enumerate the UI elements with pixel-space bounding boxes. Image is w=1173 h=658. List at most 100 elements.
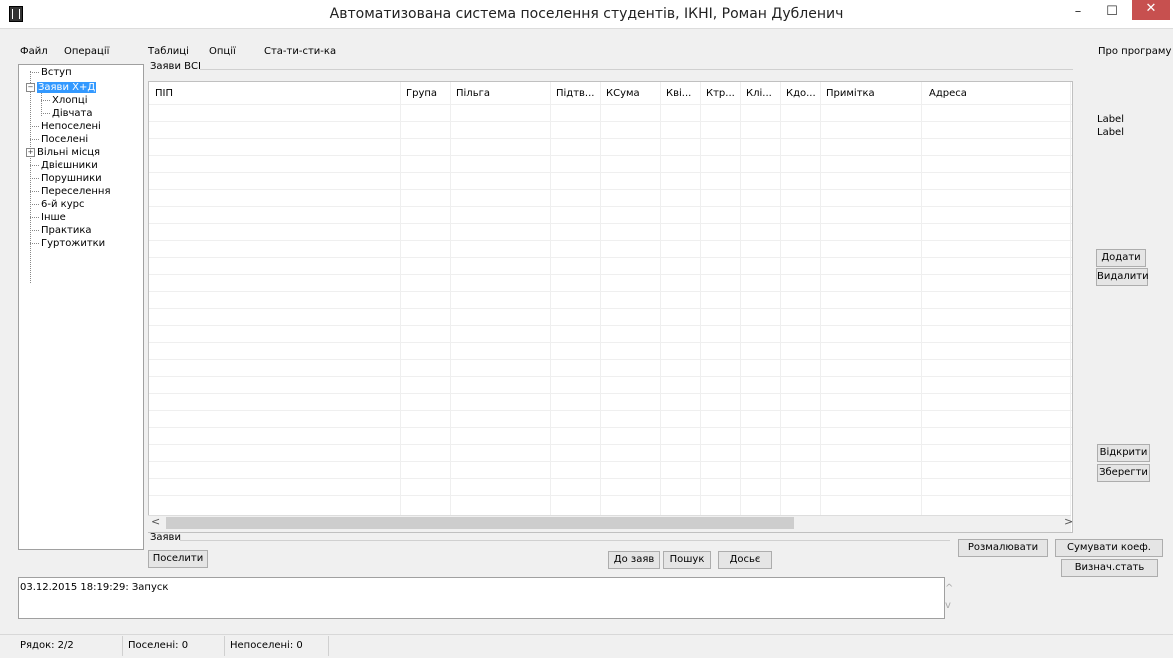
grid-line xyxy=(921,82,922,518)
tree-item-free-places[interactable]: + Вільні місця xyxy=(26,146,100,159)
column-header-kdo[interactable]: Кдо... xyxy=(786,88,816,99)
menu-about[interactable]: Про програму xyxy=(1098,46,1171,57)
navigation-tree[interactable]: Вступ − Заяви Х+Д Хлопці Дівчата Непоселе… xyxy=(18,64,144,550)
grid-line xyxy=(149,155,1072,156)
grid-line xyxy=(149,308,1072,309)
grid-line xyxy=(149,121,1072,122)
group-divider xyxy=(180,540,950,541)
bottom-group-title: Заяви xyxy=(150,532,181,543)
column-header-note[interactable]: Примітка xyxy=(826,88,875,99)
grid-line xyxy=(550,82,551,518)
open-button[interactable]: Відкрити xyxy=(1097,444,1150,462)
tree-item-practice[interactable]: Практика xyxy=(30,224,92,237)
tree-item-settled[interactable]: Поселені xyxy=(30,133,88,146)
status-unsettled: Непоселені: 0 xyxy=(230,640,303,651)
grid-line xyxy=(149,342,1072,343)
status-separator xyxy=(122,636,123,656)
settle-button[interactable]: Поселити xyxy=(148,550,208,568)
tree-item-applications-all[interactable]: − Заяви Х+Д xyxy=(26,81,97,94)
menu-file[interactable]: Файл xyxy=(20,46,48,57)
tree-item-dormitories[interactable]: Гуртожитки xyxy=(30,237,105,250)
grid-line xyxy=(149,376,1072,377)
save-button[interactable]: Зберегти xyxy=(1097,464,1150,482)
window-title: Автоматизована система поселення студент… xyxy=(329,6,844,22)
grid-line xyxy=(149,240,1072,241)
grid-line xyxy=(600,82,601,518)
grid-line xyxy=(149,104,1072,105)
scroll-down-icon[interactable]: v xyxy=(945,600,951,611)
menu-tables[interactable]: Таблиці xyxy=(148,46,189,57)
grid-line xyxy=(149,427,1072,428)
column-header-group[interactable]: Група xyxy=(406,88,437,99)
log-entry: 03.12.2015 18:19:29: Запуск xyxy=(20,582,169,593)
menu-operations[interactable]: Операції xyxy=(64,46,109,57)
column-header-confirm[interactable]: Підтв... xyxy=(556,88,594,99)
tree-item-violators[interactable]: Порушники xyxy=(30,172,102,185)
tree-item-other[interactable]: Інше xyxy=(30,211,66,224)
add-button[interactable]: Додати xyxy=(1096,249,1146,267)
scrollbar-thumb[interactable] xyxy=(166,517,794,529)
grid-group-title: Заяви ВСІ xyxy=(150,61,201,72)
grid-line xyxy=(149,410,1072,411)
status-settled: Поселені: 0 xyxy=(128,640,189,651)
menu-options[interactable]: Опції xyxy=(209,46,236,57)
column-header-kli[interactable]: Клі... xyxy=(746,88,772,99)
column-header-address[interactable]: Адреса xyxy=(929,88,967,99)
grid-line xyxy=(820,82,821,518)
maximize-icon[interactable]: ☐ xyxy=(1095,0,1129,26)
status-row: Рядок: 2/2 xyxy=(20,640,74,651)
grid-line xyxy=(149,274,1072,275)
grid-line xyxy=(1070,82,1071,518)
paint-button[interactable]: Розмалювати xyxy=(958,539,1048,557)
grid-line xyxy=(149,495,1072,496)
menu-statistics[interactable]: Ста-ти-сти-ка xyxy=(264,46,336,57)
group-divider xyxy=(200,69,1073,70)
grid-line xyxy=(149,478,1072,479)
determine-gender-button[interactable]: Визнач.стать xyxy=(1061,559,1158,577)
tree-item-sixth-year[interactable]: 6-й курс xyxy=(30,198,84,211)
scroll-left-icon[interactable]: < xyxy=(151,515,160,528)
dossier-button[interactable]: Досьє xyxy=(718,551,772,569)
delete-button[interactable]: Видалити xyxy=(1096,268,1149,286)
grid-line xyxy=(149,172,1072,173)
column-header-kvi[interactable]: Кві... xyxy=(666,88,691,99)
grid-line xyxy=(400,82,401,518)
grid-line xyxy=(149,444,1072,445)
tree-item-vstup[interactable]: Вступ xyxy=(30,66,72,79)
expand-icon[interactable]: + xyxy=(26,147,35,157)
tree-item-failing[interactable]: Двієшники xyxy=(30,159,98,172)
grid-line xyxy=(780,82,781,518)
scroll-up-icon[interactable]: ^ xyxy=(945,583,953,594)
tree-item-resettlement[interactable]: Переселення xyxy=(30,185,110,198)
tree-item-unsettled[interactable]: Непоселені xyxy=(30,120,101,133)
status-separator xyxy=(224,636,225,656)
grid-line xyxy=(149,393,1072,394)
collapse-icon[interactable]: − xyxy=(26,82,35,92)
grid-line xyxy=(149,291,1072,292)
tree-item-boys[interactable]: Хлопці xyxy=(41,94,87,107)
search-button[interactable]: Пошук xyxy=(663,551,711,569)
info-label-1: Label xyxy=(1097,114,1124,125)
status-separator xyxy=(328,636,329,656)
column-header-ksum[interactable]: КСума xyxy=(606,88,640,99)
applications-table[interactable]: ПІП Група Пільга Підтв... КСума Кві... К… xyxy=(148,81,1073,533)
info-label-2: Label xyxy=(1097,127,1124,138)
grid-line xyxy=(149,325,1072,326)
close-icon[interactable]: ✕ xyxy=(1132,0,1170,20)
grid-line xyxy=(450,82,451,518)
grid-line xyxy=(149,138,1072,139)
minimize-icon[interactable]: – xyxy=(1061,0,1095,26)
scroll-right-icon[interactable]: > xyxy=(1064,515,1073,528)
to-applications-button[interactable]: До заяв xyxy=(608,551,660,569)
grid-line xyxy=(149,206,1072,207)
column-header-name[interactable]: ПІП xyxy=(155,88,173,99)
grid-line xyxy=(149,359,1072,360)
column-header-benefit[interactable]: Пільга xyxy=(456,88,490,99)
tree-item-girls[interactable]: Дівчата xyxy=(41,107,92,120)
grid-line xyxy=(149,257,1072,258)
grid-line xyxy=(740,82,741,518)
sum-coefficients-button[interactable]: Сумувати коеф. xyxy=(1055,539,1163,557)
grid-line xyxy=(149,189,1072,190)
grid-line xyxy=(700,82,701,518)
column-header-ktr[interactable]: Ктр... xyxy=(706,88,735,99)
